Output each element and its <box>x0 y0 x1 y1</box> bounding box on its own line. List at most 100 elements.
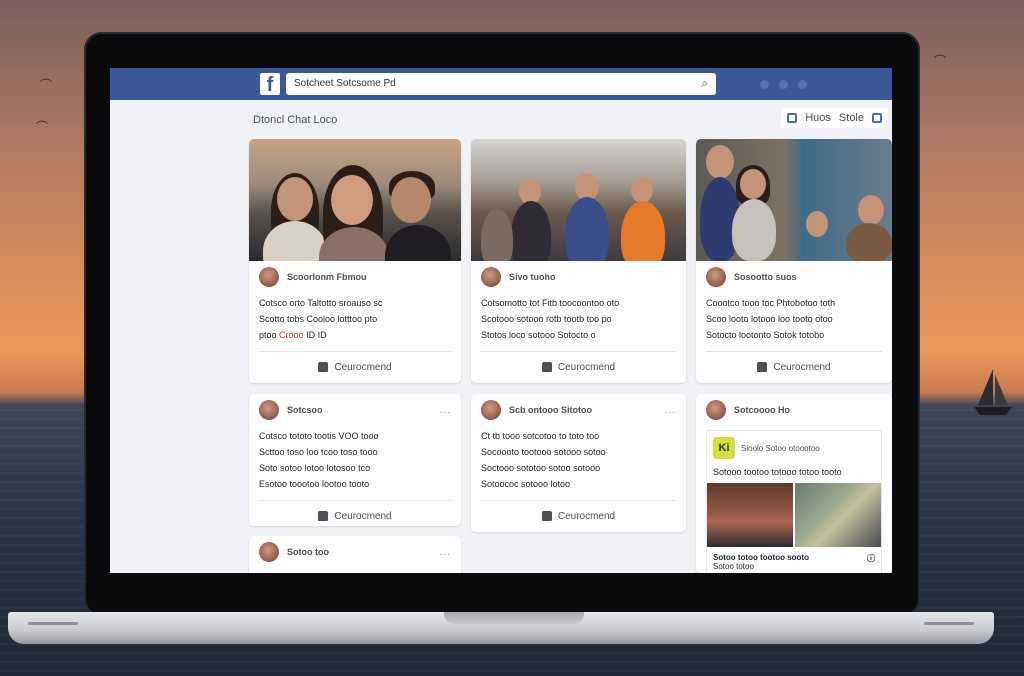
post-photo[interactable] <box>471 139 686 261</box>
thumbs-up-icon <box>318 362 329 372</box>
recommend-label: Ceurocmend <box>557 361 616 373</box>
post-text-line: Cotsco tototo tootis VOO tooo <box>259 431 379 441</box>
post-text-line: Stotos loco sotooo Sotocto o <box>481 330 596 340</box>
laptop-notch <box>444 612 584 624</box>
post-text-line: Sotocto lootonto Sotok totobo <box>706 330 825 340</box>
laptop-slot <box>924 622 974 625</box>
recommend-button[interactable]: Ceurocmend <box>249 501 461 526</box>
post-author[interactable]: Sotoo too <box>287 547 329 557</box>
recommend-label: Ceurocmend <box>334 510 392 522</box>
more-options-icon[interactable]: ... <box>440 405 451 416</box>
square-icon[interactable] <box>872 113 882 123</box>
post-photo[interactable] <box>249 139 461 261</box>
post-text-line: Scotto tobs Cooloo lotttoo pto <box>259 314 378 324</box>
shared-image[interactable] <box>795 483 881 547</box>
post-author[interactable]: Sotcsoo <box>287 405 323 415</box>
post-card: Sivo tuoho Cotsomotto tot Fitb toocoonto… <box>471 139 686 383</box>
home-icon <box>787 113 798 123</box>
thumbs-up-icon <box>757 362 768 372</box>
post-text-line: Sotoococ sotooo lotoo <box>481 479 571 489</box>
feed-action-home[interactable]: Huos <box>805 112 831 124</box>
post-text-line: Socoooto tootooo sotooo sotoo <box>481 447 606 457</box>
laptop-base <box>8 612 994 644</box>
feed-title: Dtoncl Chat Loco <box>253 114 338 126</box>
bird-icon: ⌒ <box>36 120 49 134</box>
page-badge: Ki <box>713 437 735 459</box>
shared-link-caption-line: Sotoo totoo tootoo sooto <box>713 553 809 562</box>
post-card: Scoorlonm Fbmou Cotsco orto Taltotto sro… <box>249 139 461 383</box>
avatar[interactable] <box>259 400 279 420</box>
shared-link-footer: Sotoo totoo tootoo sooto Sotoo totoo ⓘ <box>707 547 881 573</box>
feed-action-stole[interactable]: Stole <box>839 112 864 124</box>
notifications-icon[interactable] <box>798 80 807 89</box>
post-photo[interactable] <box>696 139 892 261</box>
post-text-line: Ct tb tooo sotcotoo to toto too <box>481 431 600 441</box>
post-author[interactable]: Sosootto suos <box>734 272 797 282</box>
post-author[interactable]: Sotcoooo Ho <box>734 405 790 415</box>
shared-link-text: Sotooo tootoo totooo totoo tooto <box>713 467 842 477</box>
avatar[interactable] <box>259 267 279 287</box>
more-options-icon[interactable]: ... <box>440 547 451 558</box>
post-header: Scb ontooo Sitotoo ... <box>471 394 686 426</box>
post-author[interactable]: Scb ontooo Sitotoo <box>509 405 592 415</box>
post-header: Sivo tuoho <box>471 261 686 293</box>
post-header: Sotoo too ... <box>249 536 461 568</box>
post-text: Cotsco orto Taltotto sroauso sc Scotto t… <box>249 293 461 345</box>
avatar[interactable] <box>481 267 501 287</box>
post-text-line: Soctooo sototoo sotoo sotooo <box>481 463 601 473</box>
post-text-line: Cotsco orto Taltotto sroauso sc <box>259 298 383 308</box>
laptop-screen: f Sotcheet Sotcsome Pd ⌕ Dtoncl Chat Loc… <box>110 68 892 573</box>
post-card: Sotoo too ... <box>249 536 461 573</box>
top-nav-icons <box>760 80 807 89</box>
post-author[interactable]: Scoorlonm Fbmou <box>287 272 367 282</box>
recommend-label: Ceurocmend <box>557 510 616 522</box>
post-author[interactable]: Sivo tuoho <box>509 272 556 282</box>
search-value: Sotcheet Sotcsome Pd <box>294 78 396 89</box>
recommend-label: Ceurocmend <box>773 361 831 373</box>
post-header: Scoorlonm Fbmou <box>249 261 461 293</box>
feed-actions: Huos Stole <box>781 108 888 128</box>
shared-link-header: Ki Sioolo Sotoo otoootoo <box>707 431 881 465</box>
laptop-slot <box>28 622 78 625</box>
post-text-line: Scotooo sotooo rotb tootb too po <box>481 314 612 324</box>
shared-link-caption: Sotoo totoo tootoo sooto Sotoo totoo <box>713 553 809 571</box>
recommend-button[interactable]: Ceurocmend <box>471 352 686 382</box>
post-text-line: ptoo Crooo ID ID <box>259 327 451 343</box>
recommend-button[interactable]: Ceurocmend <box>471 501 686 531</box>
recommend-label: Ceurocmend <box>334 361 392 373</box>
bird-icon: ⌒ <box>40 78 53 92</box>
recommend-button[interactable]: Ceurocmend <box>249 352 461 382</box>
facebook-logo[interactable]: f <box>260 73 280 96</box>
post-card: Sosootto suos Coootco tooo toc Phtobotoo… <box>696 139 892 383</box>
messages-icon[interactable] <box>779 80 788 89</box>
post-card: Scb ontooo Sitotoo ... Ct tb tooo sotcot… <box>471 394 686 532</box>
post-text-line: Scttoo toso loo tcoo toso tooo <box>259 447 378 457</box>
info-icon[interactable]: ⓘ <box>867 553 875 571</box>
recommend-button[interactable]: Ceurocmend <box>696 352 892 382</box>
post-text-span: ID ID <box>306 330 327 340</box>
post-text-line: Coootco tooo toc Phtobotoo toth <box>706 298 836 308</box>
post-text-line: Scoo looto lotooo loo tooto otoo <box>706 314 833 324</box>
post-card: Sotcoooo Ho Ki Sioolo Sotoo otoootoo Sot… <box>696 394 892 573</box>
avatar[interactable] <box>481 400 501 420</box>
post-header: Sosootto suos <box>696 261 892 293</box>
friends-icon[interactable] <box>760 80 769 89</box>
post-text-line: Soto sotoo lotoo lotosoo tco <box>259 463 371 473</box>
search-input[interactable]: Sotcheet Sotcsome Pd ⌕ <box>286 73 716 95</box>
post-highlight[interactable]: Crooo <box>279 330 304 340</box>
post-text: Coootco tooo toc Phtobotoo toth Scoo loo… <box>696 293 892 345</box>
post-text: Cotsomotto tot Fitb toocoontoo oto Scoto… <box>471 293 686 345</box>
avatar[interactable] <box>706 400 726 420</box>
shared-image[interactable] <box>707 483 793 547</box>
top-bar: f Sotcheet Sotcsome Pd ⌕ <box>110 68 892 100</box>
shared-link[interactable]: Ki Sioolo Sotoo otoootoo Sotooo tootoo t… <box>706 430 882 573</box>
avatar[interactable] <box>706 267 726 287</box>
more-options-icon[interactable]: ... <box>665 405 676 416</box>
shared-link-title: Sioolo Sotoo otoootoo <box>741 443 820 453</box>
thumbs-up-icon <box>318 511 329 521</box>
shared-link-caption-sub: Sotoo totoo <box>713 562 754 571</box>
avatar[interactable] <box>259 542 279 562</box>
search-icon[interactable]: ⌕ <box>701 76 708 91</box>
shared-link-images <box>707 483 881 547</box>
sailboat-icon <box>974 369 1012 415</box>
